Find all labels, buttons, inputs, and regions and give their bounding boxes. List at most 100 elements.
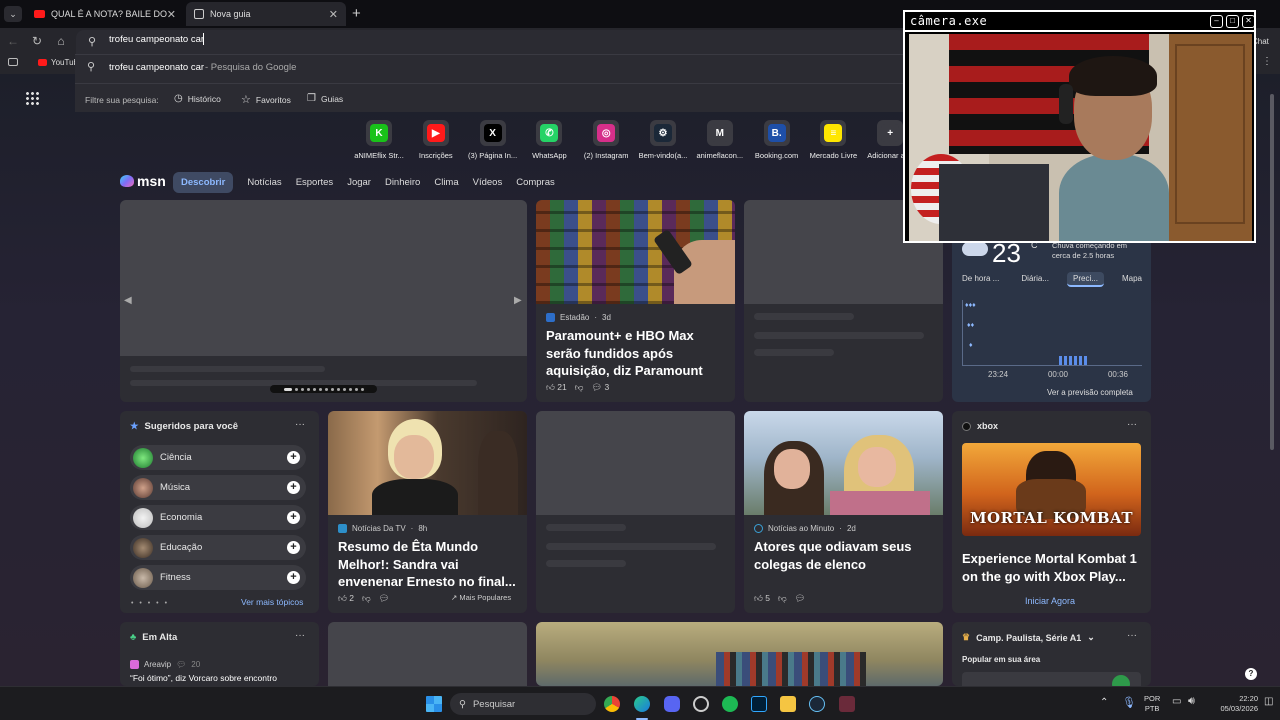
news-headline[interactable]: Paramount+ e HBO Max serão fundidos após… xyxy=(546,327,726,380)
filter-favorites[interactable]: ☆ Favoritos xyxy=(241,93,291,106)
nav-shopping[interactable]: Compras xyxy=(516,177,555,188)
news-card[interactable]: Notícias ao Minuto · 2d Atores que odiavam… xyxy=(744,411,943,613)
close-tab-icon[interactable]: ✕ xyxy=(329,8,338,21)
tab-video[interactable]: QUAL É A NOTA? BAILE DO CASIM ✕ xyxy=(26,2,184,26)
shortcut-whatsapp[interactable]: ✆ WhatsApp xyxy=(519,120,579,160)
news-headline[interactable]: Atores que odiavam seus colegas de elenc… xyxy=(754,538,934,573)
tab-map[interactable]: Mapa xyxy=(1118,272,1146,287)
tab-daily[interactable]: Diária... xyxy=(1017,272,1053,287)
suggestion-row[interactable]: ⚲ trofeu campeonato car - Pesquisa do Go… xyxy=(75,55,905,79)
news-card[interactable]: Notícias Da TV · 8h Resumo de Êta Mundo Me… xyxy=(328,411,527,613)
rain-alert[interactable]: Chuva começando em cerca de 2.5 horas xyxy=(1052,241,1137,261)
dislike-icon[interactable]: 👎︎ xyxy=(778,593,787,604)
nav-news[interactable]: Notícias xyxy=(247,177,281,188)
taskbar-search[interactable]: ⚲ Pesquisar xyxy=(450,693,596,715)
help-icon[interactable]: ? xyxy=(1245,668,1257,680)
topic-science[interactable]: Ciência + xyxy=(130,445,306,470)
like-button[interactable]: 👍︎ 21 xyxy=(546,382,567,393)
tab-precipitation[interactable]: Preci... xyxy=(1067,272,1104,287)
news-card[interactable]: Estadão · 3d Paramount+ e HBO Max serão fu… xyxy=(536,200,735,402)
edge-icon[interactable] xyxy=(634,696,650,712)
see-more-topics-link[interactable]: Ver mais tópicos xyxy=(241,597,303,607)
volume-icon[interactable]: 🔊︎ xyxy=(1188,695,1195,708)
app-launcher-icon[interactable] xyxy=(25,91,39,105)
clock[interactable]: 22:20 05/03/2026 xyxy=(1208,694,1258,714)
refresh-icon[interactable]: ↻ xyxy=(30,34,44,48)
more-options-icon[interactable]: ··· xyxy=(1127,630,1137,641)
nav-videos[interactable]: Vídeos xyxy=(473,177,503,188)
msn-logo[interactable]: msn xyxy=(120,173,166,189)
hero-carousel[interactable]: ◀ ▶ xyxy=(120,200,527,402)
tab-hourly[interactable]: De hora ... xyxy=(958,272,1003,287)
close-tab-icon[interactable]: ✕ xyxy=(167,8,176,21)
more-options-icon[interactable]: ··· xyxy=(295,419,305,430)
close-icon[interactable]: ✕ xyxy=(1242,15,1255,28)
filter-history[interactable]: ◷ Histórico xyxy=(174,93,221,104)
topic-music[interactable]: Música + xyxy=(130,475,306,500)
shortcut-inscricoes[interactable]: ▶ Inscrições xyxy=(406,120,466,160)
topic-fitness[interactable]: Fitness + xyxy=(130,565,306,590)
nav-discover[interactable]: Descobrir xyxy=(173,172,234,193)
trending-item[interactable]: “Foi ótimo”, diz Vorcaro sobre encontro xyxy=(130,673,277,683)
topics-pager[interactable]: • • • • • xyxy=(131,600,169,607)
topic-education[interactable]: Educação + xyxy=(130,535,306,560)
news-headline[interactable]: Resumo de Êta Mundo Melhor!: Sandra vai … xyxy=(338,538,518,591)
nav-play[interactable]: Jogar xyxy=(347,177,371,188)
shortcut-pagina-inicial-x[interactable]: X (3) Página In... xyxy=(463,120,523,160)
maximize-icon[interactable]: □ xyxy=(1226,15,1239,28)
network-icon[interactable]: ▭ xyxy=(1172,696,1181,707)
game-app-icon[interactable] xyxy=(839,696,855,712)
page-scrollbar[interactable] xyxy=(1270,94,1274,450)
like-button[interactable]: 👍︎ 2 xyxy=(338,593,354,604)
add-topic-icon[interactable]: + xyxy=(287,541,300,554)
full-forecast-link[interactable]: Ver a previsão completa xyxy=(1047,388,1133,397)
tab-new-tab[interactable]: Nova guia ✕ xyxy=(186,2,346,26)
carousel-prev-icon[interactable]: ◀ xyxy=(124,295,132,306)
xbox-ad-card[interactable]: xbox ··· MORTAL KOMBAT Experience Mortal… xyxy=(952,411,1151,613)
shortcut-booking[interactable]: B. Booking.com xyxy=(747,120,807,160)
spotify-icon[interactable] xyxy=(722,696,738,712)
microphone-icon[interactable]: 🎙︎ xyxy=(1122,696,1136,709)
language-indicator[interactable]: POR PTB xyxy=(1144,694,1160,714)
more-options-icon[interactable]: ⋮ xyxy=(1262,56,1272,67)
dislike-icon[interactable]: 👎︎ xyxy=(575,382,584,393)
windows-start-icon[interactable] xyxy=(426,696,442,712)
add-topic-icon[interactable]: + xyxy=(287,481,300,494)
chevron-up-icon[interactable]: ⌃ xyxy=(1100,697,1108,708)
app-icon[interactable] xyxy=(693,696,709,712)
dislike-icon[interactable]: 👎︎ xyxy=(362,593,371,604)
shortcut-instagram[interactable]: ◎ (2) Instagram xyxy=(576,120,636,160)
shortcut-animeflacon[interactable]: Manimeflacon... xyxy=(690,120,750,160)
home-icon[interactable]: ⌂ xyxy=(54,34,68,48)
photoshop-icon[interactable] xyxy=(751,696,767,712)
filter-guides[interactable]: ❐ Guias xyxy=(307,93,343,104)
nav-money[interactable]: Dinheiro xyxy=(385,177,420,188)
more-options-icon[interactable]: ··· xyxy=(295,630,305,641)
shortcut-mercado-livre[interactable]: ≡ Mercado Livre xyxy=(803,120,863,160)
topic-economy[interactable]: Economia + xyxy=(130,505,306,530)
back-icon[interactable]: ← xyxy=(6,34,20,48)
start-now-link[interactable]: Iniciar Agora xyxy=(1025,596,1075,606)
carousel-next-icon[interactable]: ▶ xyxy=(514,295,522,306)
add-topic-icon[interactable]: + xyxy=(287,451,300,464)
comment-icon[interactable]: 💬︎ xyxy=(379,593,390,604)
discord-icon[interactable] xyxy=(664,696,680,712)
minimize-icon[interactable]: – xyxy=(1210,15,1223,28)
file-explorer-icon[interactable] xyxy=(780,696,796,712)
carousel-pager[interactable] xyxy=(270,385,377,393)
omnibox-input[interactable]: trofeu campeonato car xyxy=(109,34,204,45)
tab-actions-button[interactable]: ⌄ xyxy=(4,6,22,22)
comment-icon[interactable]: 💬︎ xyxy=(795,593,806,604)
more-options-icon[interactable]: ··· xyxy=(1127,419,1137,430)
shortcut-steam[interactable]: ⚙ Bem-vindo(a... xyxy=(633,120,693,160)
like-button[interactable]: 👍︎ 5 xyxy=(754,593,770,604)
nav-sports[interactable]: Esportes xyxy=(296,177,334,188)
add-topic-icon[interactable]: + xyxy=(287,571,300,584)
nav-weather[interactable]: Clima xyxy=(434,177,458,188)
new-tab-button[interactable]: + xyxy=(352,5,361,22)
ad-headline[interactable]: Experience Mortal Kombat 1 on the go wit… xyxy=(962,550,1144,585)
sports-header[interactable]: ♛ Camp. Paulista, Série A1 ⌄ xyxy=(962,632,1095,643)
add-topic-icon[interactable]: + xyxy=(287,511,300,524)
comment-button[interactable]: 💬︎ 3 xyxy=(591,382,609,393)
harbor-news-card[interactable] xyxy=(536,622,943,686)
